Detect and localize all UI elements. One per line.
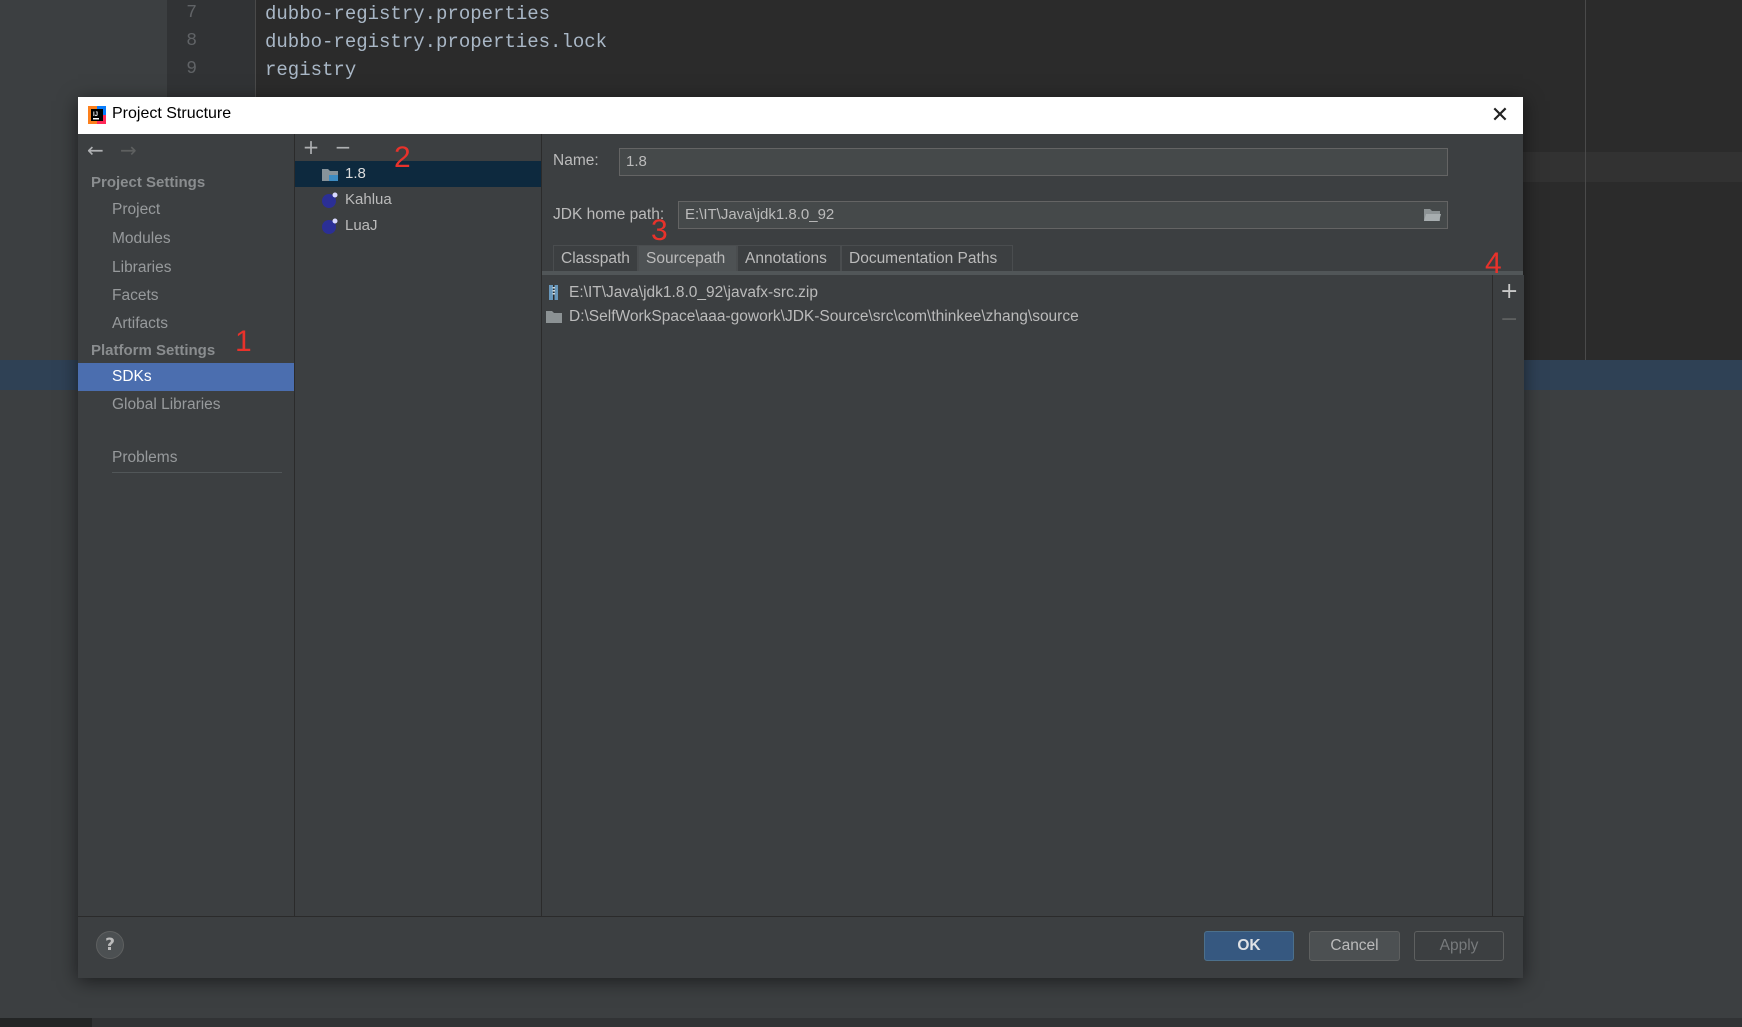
dialog-title: Project Structure: [112, 105, 232, 122]
line-number: 9: [186, 59, 197, 79]
sdk-item-label: 1.8: [345, 165, 366, 182]
sdk-item-label: Kahlua: [345, 191, 392, 208]
jdk-home-path-field[interactable]: E:\IT\Java\jdk1.8.0_92: [678, 201, 1448, 229]
ok-button[interactable]: OK: [1204, 931, 1294, 961]
sidebar-item-libraries[interactable]: Libraries: [78, 254, 294, 282]
settings-sidebar: ← → Project Settings Project Modules Lib…: [78, 134, 295, 916]
status-bar: [0, 1018, 1742, 1027]
sourcepath-list: E:\IT\Java\jdk1.8.0_92\javafx-src.zip D:…: [542, 275, 1492, 916]
add-path-button[interactable]: +: [1500, 281, 1518, 303]
folder-icon: [546, 311, 562, 323]
sidebar-item-problems[interactable]: Problems: [78, 444, 294, 472]
path-label: E:\IT\Java\jdk1.8.0_92\javafx-src.zip: [569, 284, 818, 301]
project-structure-dialog: IJ Project Structure ✕ ← → Project Setti…: [78, 97, 1524, 978]
jdk-folder-icon: [322, 169, 338, 181]
sdk-item-kahlua[interactable]: Kahlua: [295, 187, 541, 213]
tab-documentation-paths[interactable]: Documentation Paths: [841, 245, 1013, 271]
close-button[interactable]: ✕: [1485, 101, 1515, 131]
dialog-footer: ? OK Cancel Apply: [78, 916, 1523, 978]
path-label: D:\SelfWorkSpace\aaa-gowork\JDK-Source\s…: [569, 308, 1079, 325]
project-settings-header: Project Settings: [91, 174, 206, 191]
sidebar-item-artifacts[interactable]: Artifacts: [78, 310, 294, 338]
remove-path-button[interactable]: −: [1500, 309, 1518, 331]
current-line-highlight: [1523, 152, 1742, 182]
svg-text:IJ: IJ: [93, 112, 98, 118]
platform-settings-header: Platform Settings: [91, 342, 216, 359]
line-number: 7: [186, 3, 197, 23]
apply-button[interactable]: Apply: [1414, 931, 1504, 961]
remove-sdk-button[interactable]: −: [332, 136, 354, 158]
sdk-item-1-8[interactable]: 1.8: [295, 161, 541, 187]
lua-sdk-icon: [322, 192, 338, 208]
sidebar-item-facets[interactable]: Facets: [78, 282, 294, 310]
line-number: 8: [186, 31, 197, 51]
forward-arrow-icon[interactable]: →: [120, 138, 137, 162]
code-line: dubbo-registry.properties.lock: [265, 31, 608, 53]
lua-sdk-icon: [322, 218, 338, 234]
dialog-titlebar[interactable]: IJ Project Structure ✕: [78, 97, 1523, 135]
browse-folder-icon[interactable]: [1423, 207, 1441, 222]
sidebar-item-project[interactable]: Project: [78, 196, 294, 224]
right-margin-guide: [1585, 0, 1586, 360]
sdk-detail-panel: Name: 1.8 JDK home path: E:\IT\Java\jdk1…: [542, 134, 1524, 916]
archive-icon: [549, 285, 558, 300]
code-line: dubbo-registry.properties: [265, 3, 551, 25]
tab-classpath[interactable]: Classpath: [553, 245, 638, 271]
help-button[interactable]: ?: [96, 931, 124, 959]
status-bar-tab[interactable]: [0, 1018, 92, 1027]
tab-annotations[interactable]: Annotations: [737, 245, 841, 271]
close-icon: ✕: [1490, 103, 1510, 128]
list-item[interactable]: E:\IT\Java\jdk1.8.0_92\javafx-src.zip: [542, 281, 818, 305]
list-item[interactable]: D:\SelfWorkSpace\aaa-gowork\JDK-Source\s…: [542, 305, 1079, 329]
sidebar-item-modules[interactable]: Modules: [78, 225, 294, 253]
sdk-item-luaj[interactable]: LuaJ: [295, 213, 541, 239]
sidebar-item-sdks[interactable]: SDKs: [78, 363, 294, 391]
sdk-list-panel: + − 1.8 Kahlua LuaJ: [295, 134, 542, 916]
jdk-home-path-value: E:\IT\Java\jdk1.8.0_92: [685, 206, 835, 223]
sidebar-divider: [112, 472, 282, 473]
name-field[interactable]: 1.8: [619, 148, 1448, 176]
sdk-item-label: LuaJ: [345, 217, 378, 234]
add-sdk-button[interactable]: +: [300, 136, 322, 158]
intellij-logo-icon: IJ: [88, 106, 106, 124]
path-toolbar: + −: [1492, 275, 1524, 916]
code-line: registry: [265, 59, 357, 81]
sidebar-item-global-libraries[interactable]: Global Libraries: [78, 391, 294, 419]
back-arrow-icon[interactable]: ←: [87, 138, 104, 162]
jdk-home-path-label: JDK home path:: [553, 206, 665, 223]
tab-sourcepath[interactable]: Sourcepath: [638, 245, 737, 271]
cancel-button[interactable]: Cancel: [1309, 931, 1400, 961]
name-label: Name:: [553, 152, 599, 169]
